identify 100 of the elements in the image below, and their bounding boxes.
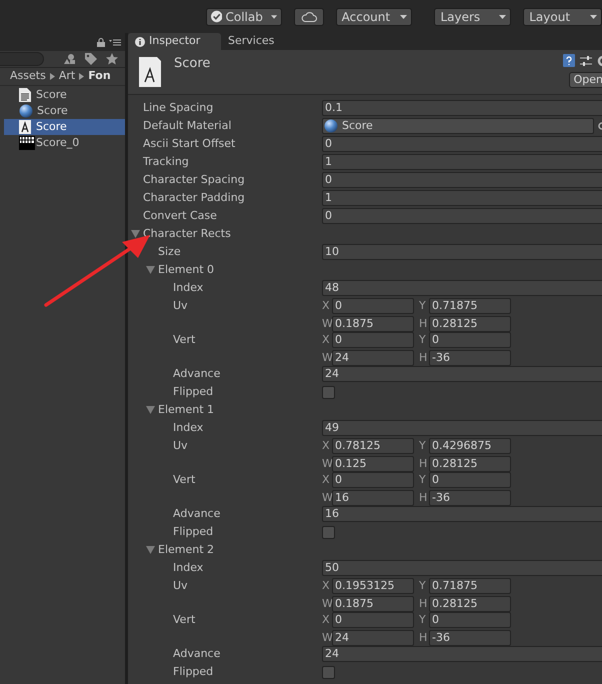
font-file-icon [19, 120, 31, 134]
breadcrumb-item[interactable]: Art [58, 68, 76, 85]
tag-icon[interactable] [85, 53, 97, 65]
number-field[interactable]: 10 [322, 244, 602, 260]
number-field[interactable]: 0 [429, 612, 511, 628]
axis-label: Y [419, 472, 427, 488]
caret-icon [400, 14, 408, 18]
number-field[interactable]: 0.1875 [332, 316, 414, 332]
number-field[interactable]: 0 [332, 298, 414, 314]
number-field[interactable]: 49 [322, 420, 602, 436]
axis-label: X [322, 578, 331, 594]
number-field[interactable]: 0 [429, 472, 511, 488]
number-field[interactable]: 24 [322, 646, 602, 662]
property-label: Uv [173, 578, 188, 594]
checkbox[interactable] [322, 526, 335, 538]
number-field[interactable]: 0 [322, 208, 602, 224]
dropdown-button[interactable]: Layout [523, 8, 602, 26]
foldout-arrow-icon[interactable] [131, 230, 140, 238]
open-button[interactable]: Open [568, 72, 602, 88]
number-field[interactable]: 0.28125 [429, 456, 511, 472]
number-field[interactable]: -36 [429, 630, 511, 646]
axis-label: W [322, 456, 332, 472]
axis-label: X [322, 332, 331, 348]
number-field[interactable]: 0 [322, 172, 602, 188]
number-field[interactable]: 0.1 [322, 100, 602, 116]
number-field[interactable]: 0 [332, 612, 414, 628]
foldout-arrow-icon[interactable] [146, 406, 155, 414]
number-field[interactable]: 24 [332, 350, 414, 366]
breadcrumb-item[interactable]: Fon [88, 68, 111, 85]
number-field[interactable]: 1 [322, 190, 602, 206]
text-file-icon [19, 88, 31, 102]
font-file-icon [139, 57, 161, 87]
breadcrumb-item[interactable]: Assets [10, 68, 46, 85]
axis-label: Y [419, 298, 427, 314]
number-field[interactable]: 0.71875 [429, 578, 511, 594]
number-field[interactable]: -36 [429, 350, 511, 366]
axis-label: H [419, 316, 428, 332]
shapes-icon[interactable] [64, 53, 76, 65]
number-field[interactable]: 0.125 [332, 456, 414, 472]
number-field[interactable]: 0.28125 [429, 316, 511, 332]
number-field[interactable]: 24 [322, 366, 602, 382]
sphere-icon [324, 119, 338, 133]
axis-label: Y [419, 332, 427, 348]
number-field[interactable]: 50 [322, 560, 602, 576]
number-field[interactable]: 0 [322, 136, 602, 152]
property-label: Size [158, 244, 181, 260]
dropdown-button[interactable]: Account [336, 8, 412, 26]
axis-label: H [419, 596, 428, 612]
asset-item[interactable]: Score [4, 103, 125, 119]
property-label: Vert [173, 472, 196, 488]
axis-label: W [322, 316, 332, 332]
axis-label: H [419, 630, 428, 646]
asset-item[interactable]: Score [4, 119, 125, 135]
axis-label: H [419, 456, 428, 472]
number-field[interactable]: 0.28125 [429, 596, 511, 612]
object-field[interactable]: Score [322, 118, 594, 134]
checkbox[interactable] [322, 386, 335, 398]
axis-label: X [322, 298, 331, 314]
number-field[interactable]: 16 [332, 490, 414, 506]
foldout-arrow-icon[interactable] [146, 546, 155, 554]
axis-label: H [419, 490, 428, 506]
number-field[interactable]: 24 [332, 630, 414, 646]
asset-item[interactable]: Score_0 [4, 135, 125, 151]
axis-label: X [322, 438, 331, 454]
asset-item[interactable]: Score [4, 87, 125, 103]
cloud-button[interactable] [294, 8, 324, 26]
panel-tab[interactable]: Services [221, 33, 282, 50]
property-label: Advance [173, 366, 220, 382]
sprite-sheet-icon [19, 136, 35, 150]
number-field[interactable]: 0 [332, 332, 414, 348]
info-icon [135, 36, 145, 46]
axis-label: Y [419, 578, 427, 594]
menu-icon[interactable] [109, 38, 121, 46]
property-label: Default Material [143, 118, 232, 134]
number-field[interactable]: 0.71875 [429, 298, 511, 314]
property-label: Character Padding [143, 190, 245, 206]
number-field[interactable]: 48 [322, 280, 602, 296]
property-label: Vert [173, 332, 196, 348]
dropdown-button[interactable]: Collab [206, 8, 282, 26]
number-field[interactable]: -36 [429, 490, 511, 506]
lock-icon[interactable] [97, 38, 105, 46]
number-field[interactable]: 1 [322, 154, 602, 170]
property-label: Tracking [143, 154, 189, 170]
property-label: Advance [173, 646, 220, 662]
sliders-icon[interactable] [580, 54, 592, 66]
number-field[interactable]: 0.1953125 [332, 578, 414, 594]
object-picker-icon[interactable] [597, 122, 602, 130]
number-field[interactable]: 0 [332, 472, 414, 488]
number-field[interactable]: 16 [322, 506, 602, 522]
property-label: Flipped [173, 384, 214, 400]
number-field[interactable]: 0 [429, 332, 511, 348]
checkbox[interactable] [322, 666, 335, 678]
help-icon[interactable] [563, 54, 575, 67]
foldout-arrow-icon[interactable] [146, 266, 155, 274]
number-field[interactable]: 0.78125 [332, 438, 414, 454]
panel-tab[interactable]: Inspector [128, 33, 221, 50]
number-field[interactable]: 0.1875 [332, 596, 414, 612]
dropdown-button[interactable]: Layers [434, 8, 512, 26]
star-icon[interactable] [106, 53, 118, 65]
number-field[interactable]: 0.4296875 [429, 438, 511, 454]
